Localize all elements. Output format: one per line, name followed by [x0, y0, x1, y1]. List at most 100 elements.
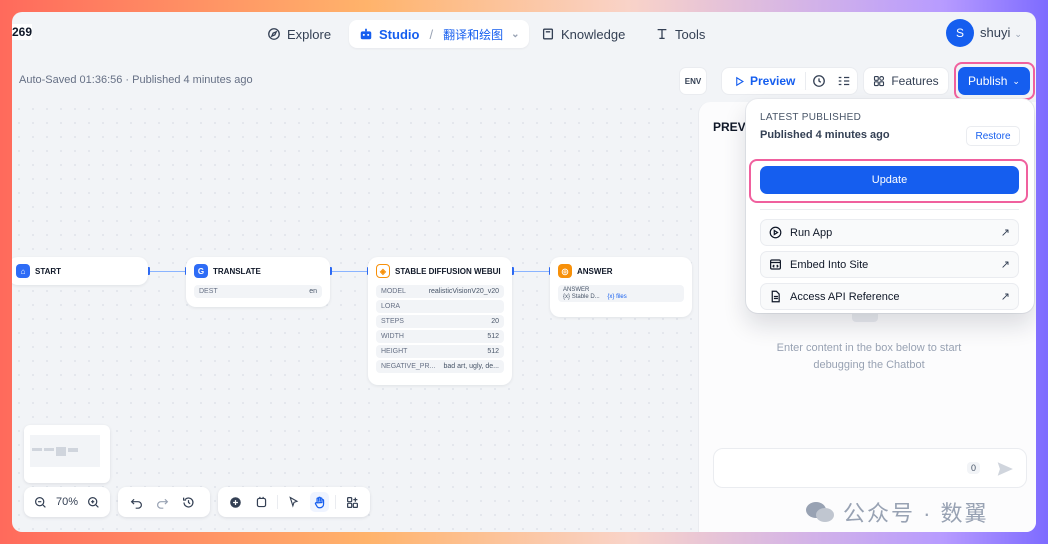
- divider: [277, 495, 279, 509]
- watermark-text: 公众号 · 数翼: [843, 501, 989, 526]
- edge-sd-answer: [512, 271, 550, 272]
- var-icon: {x}: [607, 294, 615, 300]
- param-value: 20: [491, 318, 499, 325]
- run-app-item[interactable]: Run App ↗: [760, 219, 1019, 246]
- node-stable-diffusion[interactable]: ◈ STABLE DIFFUSION WEBUI MODEL realisticV…: [368, 257, 512, 385]
- compass-icon: [268, 28, 280, 40]
- api-reference-item[interactable]: Access API Reference ↗: [760, 283, 1019, 310]
- edge-translate-sd: [330, 271, 368, 272]
- node-param: LORA: [376, 300, 504, 313]
- node-header: ⌂ START: [12, 257, 148, 285]
- external-link-icon: ↗: [1000, 291, 1010, 303]
- param-value: realisticVisionV20_v20: [428, 288, 499, 295]
- autosave-status: Auto-Saved 01:36:56 · Published 4 minute…: [19, 74, 253, 86]
- external-link-icon: ↗: [1000, 259, 1010, 271]
- zoom-level[interactable]: 70%: [56, 496, 78, 508]
- pointer-icon[interactable]: [284, 492, 304, 512]
- node-param: DEST en: [194, 285, 322, 298]
- divider: [760, 209, 1019, 210]
- workspace-badge: 269: [12, 24, 33, 40]
- update-button[interactable]: Update: [760, 166, 1019, 194]
- node-param: MODEL realisticVisionV20_v20: [376, 285, 504, 298]
- nav-knowledge-label: Knowledge: [561, 26, 626, 42]
- undo-icon[interactable]: [126, 492, 146, 512]
- param-key: NEGATIVE_PR...: [381, 363, 436, 370]
- zoom-in-icon[interactable]: [84, 492, 102, 512]
- param-value: 512: [487, 348, 499, 355]
- node-param: WIDTH 512: [376, 330, 504, 343]
- chevron-down-icon: ⌄: [1012, 75, 1020, 86]
- chevron-down-icon[interactable]: ⌄: [511, 29, 519, 40]
- nav-explore-label: Explore: [287, 26, 332, 42]
- workflow-canvas[interactable]: ⌂ START G TRANSLATE DEST en ◈ STABLE DIF…: [12, 102, 702, 532]
- redo-icon[interactable]: [152, 492, 172, 512]
- features-button[interactable]: Features: [863, 67, 949, 95]
- publish-label: Publish: [968, 74, 1008, 88]
- param-key: MODEL: [381, 288, 406, 295]
- restore-button[interactable]: Restore: [966, 126, 1020, 146]
- avatar[interactable]: S: [946, 19, 974, 47]
- run-app-label: Run App: [790, 226, 833, 239]
- book-icon: [542, 28, 554, 40]
- add-node-icon[interactable]: [226, 492, 246, 512]
- send-icon[interactable]: [996, 460, 1014, 478]
- nav-separator: /: [429, 26, 434, 42]
- nav-knowledge[interactable]: Knowledge: [541, 20, 625, 48]
- api-reference-label: Access API Reference: [790, 290, 900, 303]
- node-title: ANSWER: [577, 266, 613, 276]
- checklist-button[interactable]: [832, 74, 857, 88]
- history-clock-icon: [813, 75, 825, 87]
- minimap[interactable]: [24, 425, 110, 483]
- published-time: Published 4 minutes ago: [760, 129, 890, 141]
- run-history-button[interactable]: [806, 74, 831, 88]
- latest-published-label: LATEST PUBLISHED: [760, 112, 862, 123]
- preview-button[interactable]: Preview: [722, 72, 807, 90]
- node-translate[interactable]: G TRANSLATE DEST en: [186, 257, 330, 307]
- node-param: NEGATIVE_PR... bad art, ugly, de...: [376, 360, 504, 373]
- answer-field-label: ANSWER: [563, 287, 590, 293]
- top-nav: 269 Explore Studio / 翻译和绘图 ⌄ Knowledge T…: [12, 12, 1036, 54]
- nav-explore[interactable]: Explore: [267, 20, 331, 48]
- play-icon: [736, 76, 744, 86]
- env-button[interactable]: ENV: [679, 67, 707, 95]
- chevron-down-icon: ⌄: [1014, 29, 1022, 39]
- publish-button[interactable]: Publish ⌄: [958, 67, 1030, 95]
- divider: [335, 495, 337, 509]
- add-note-icon[interactable]: [252, 492, 272, 512]
- nav-studio[interactable]: Studio / 翻译和绘图 ⌄: [349, 20, 530, 48]
- version-history-icon[interactable]: [178, 492, 198, 512]
- node-title: STABLE DIFFUSION WEBUI: [395, 266, 501, 276]
- history-controls: [118, 487, 210, 517]
- param-key: LORA: [381, 303, 401, 310]
- minimap-viewport: [30, 435, 100, 467]
- external-link-icon: ↗: [1000, 227, 1010, 239]
- app-window: 269 Explore Studio / 翻译和绘图 ⌄ Knowledge T…: [12, 12, 1036, 532]
- preview-label: Preview: [750, 74, 796, 88]
- char-count: 0: [966, 462, 980, 474]
- answer-var-2: files: [616, 294, 627, 300]
- organize-icon[interactable]: [342, 492, 362, 512]
- edge-start-translate: [148, 271, 186, 272]
- username: shuyi: [980, 25, 1011, 40]
- features-label: Features: [891, 74, 939, 88]
- empty-state-text: Enter content in the box below to start …: [776, 342, 962, 371]
- node-start[interactable]: ⌂ START: [12, 257, 148, 285]
- user-menu[interactable]: shuyi ⌄: [980, 25, 1022, 40]
- embed-site-item[interactable]: Embed Into Site ↗: [760, 251, 1019, 278]
- preview-group: Preview: [721, 67, 858, 95]
- nav-tools[interactable]: Tools: [655, 20, 705, 48]
- app-name[interactable]: 翻译和绘图: [443, 26, 503, 43]
- node-answer[interactable]: ◎ ANSWER ANSWER {x} Stable D... {x} file…: [550, 257, 692, 317]
- canvas-tools: [218, 487, 370, 517]
- param-key: DEST: [199, 288, 218, 295]
- zoom-out-icon[interactable]: [32, 492, 50, 512]
- param-value: bad art, ugly, de...: [443, 363, 499, 370]
- document-icon: [771, 290, 780, 303]
- chat-input[interactable]: 0: [713, 448, 1027, 488]
- embed-icon: [770, 259, 781, 270]
- translate-icon: G: [194, 264, 208, 278]
- robot-icon: [360, 28, 372, 40]
- watermark: 公众号 · 数翼: [805, 496, 989, 528]
- answer-icon: ◎: [558, 264, 572, 278]
- hand-icon[interactable]: [309, 492, 330, 512]
